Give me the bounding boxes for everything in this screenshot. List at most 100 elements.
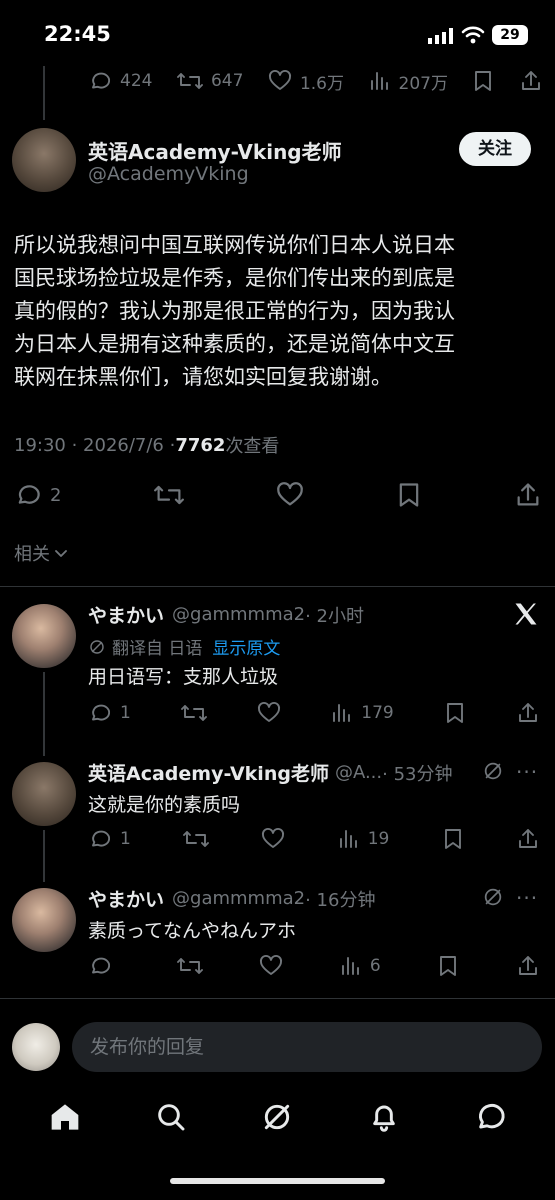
reply-actions: 1 19: [88, 826, 540, 852]
reply-avatar[interactable]: [12, 762, 76, 826]
more-options-icon[interactable]: ···: [516, 886, 538, 910]
reply-views-button[interactable]: 179: [331, 701, 394, 725]
reply-author-name[interactable]: やまかい: [88, 885, 164, 912]
reply-retweet-button[interactable]: [183, 827, 210, 851]
reply-views-button[interactable]: 6: [340, 954, 381, 978]
status-bar: 22:45 29: [0, 0, 555, 70]
share-icon: [522, 71, 540, 90]
tweet-text-line: 为日本人是拥有这种素质的，还是说简体中文互: [14, 332, 455, 356]
reply-text: 用日语写：支那人垃圾: [88, 666, 279, 688]
reply-author-name[interactable]: 英语Academy-Vking老师: [88, 759, 329, 786]
share-icon: [519, 829, 537, 848]
main-author-handle[interactable]: @AcademyVking: [88, 163, 249, 185]
retweet-icon: [177, 73, 203, 89]
share-icon: [519, 703, 537, 722]
retweet-icon: [183, 831, 210, 847]
reply-author-name[interactable]: やまかい: [88, 601, 164, 628]
heart-icon: [262, 827, 285, 848]
prev-retweet-button[interactable]: 647: [177, 69, 243, 93]
translated-from: 翻译自 日语: [112, 639, 203, 659]
reply-share-button[interactable]: [516, 954, 540, 978]
bottom-nav: [0, 1092, 555, 1142]
grok-icon[interactable]: [261, 1101, 293, 1133]
prev-retweet-count: 647: [210, 71, 244, 91]
reply-avatar[interactable]: [12, 604, 76, 668]
grok-icon[interactable]: [482, 886, 504, 908]
my-avatar[interactable]: [12, 1023, 60, 1071]
messages-icon[interactable]: [474, 1101, 506, 1133]
follow-button[interactable]: 关注: [459, 132, 531, 166]
battery-icon: 29: [492, 25, 528, 45]
reply-bookmark-button[interactable]: [442, 827, 464, 851]
tweet-text-line: 国民球场捡垃圾是作秀，是你们传出来的到底是: [14, 266, 455, 290]
prev-bookmark-button[interactable]: [472, 69, 494, 93]
main-share-button[interactable]: [514, 481, 542, 509]
reply-bookmark-button[interactable]: [444, 701, 466, 725]
show-original-link[interactable]: 显示原文: [212, 634, 280, 659]
prev-views-count: 207万: [398, 73, 448, 94]
related-dropdown[interactable]: 相关: [14, 540, 69, 566]
retweet-icon: [181, 705, 207, 721]
prev-share-button[interactable]: [519, 69, 543, 93]
prev-tweet-actions: 424 647 1.6万 207万: [88, 66, 543, 96]
home-icon[interactable]: [49, 1101, 81, 1133]
views-icon: [341, 957, 359, 975]
views-icon: [339, 830, 357, 848]
prev-views-button[interactable]: 207万: [369, 69, 448, 94]
main-reply-count: 2: [50, 484, 62, 506]
reply-time: · 53分钟: [382, 763, 453, 785]
reply-retweet-button[interactable]: [176, 954, 203, 978]
prev-like-count: 1.6万: [299, 73, 344, 94]
reply-icon: [92, 830, 111, 847]
reply-like-button[interactable]: [259, 954, 283, 978]
prev-like-button[interactable]: 1.6万: [268, 69, 344, 94]
reply-actions: 1 179: [88, 700, 540, 726]
bookmark-icon: [440, 956, 457, 976]
tweet-text-line: 联网在抹黑你们，请您如实回复我谢谢。: [14, 365, 392, 389]
reply-author-handle[interactable]: @A...: [335, 762, 382, 783]
home-indicator: [170, 1178, 385, 1184]
reply-author-handle[interactable]: @gammmma2: [172, 888, 305, 909]
tweet-views-count: 7762: [175, 434, 226, 456]
reply-like-button[interactable]: [257, 701, 281, 725]
reply-icon: [92, 72, 111, 89]
more-options-icon[interactable]: ···: [516, 760, 538, 784]
reply-retweet-button[interactable]: [181, 701, 207, 725]
divider: [0, 998, 555, 999]
reply-reply-button[interactable]: 1: [88, 827, 131, 851]
thread-connector: [43, 830, 45, 882]
divider: [0, 586, 555, 587]
reply-like-button[interactable]: [261, 827, 285, 851]
heart-icon: [258, 701, 281, 722]
reply-icon: [92, 704, 111, 721]
main-author-name[interactable]: 英语Academy-Vking老师: [88, 136, 342, 165]
reply-reply-button[interactable]: [88, 954, 120, 978]
reply-header: やまかい @gammmma2 · 2小时: [88, 601, 364, 628]
grok-icon[interactable]: [482, 760, 504, 782]
bookmark-icon: [446, 703, 463, 723]
tweet-text-line: 所以说我想问中国互联网传说你们日本人说日本: [14, 233, 455, 257]
wifi-icon: [461, 25, 485, 45]
reply-views-count: 6: [369, 956, 381, 976]
reply-bookmark-button[interactable]: [437, 954, 459, 978]
share-icon: [517, 483, 539, 506]
main-reply-button[interactable]: 2: [14, 481, 61, 509]
search-icon[interactable]: [155, 1101, 187, 1133]
main-author-avatar[interactable]: [12, 128, 76, 192]
main-like-button[interactable]: [276, 481, 304, 509]
reply-icon: [92, 957, 111, 974]
reply-share-button[interactable]: [516, 827, 540, 851]
reply-avatar[interactable]: [12, 888, 76, 952]
tweet-meta: 19:30 · 2026/7/6 · 7762 次查看: [14, 432, 279, 458]
reply-time: · 2小时: [305, 605, 364, 627]
reply-author-handle[interactable]: @gammmma2: [172, 604, 305, 625]
main-bookmark-button[interactable]: [396, 481, 422, 509]
reply-share-button[interactable]: [516, 701, 540, 725]
notifications-icon[interactable]: [368, 1101, 400, 1133]
reply-composer-input[interactable]: 发布你的回复: [72, 1022, 542, 1072]
reply-reply-button[interactable]: 1: [88, 701, 131, 725]
main-tweet-text: 所以说我想问中国互联网传说你们日本人说日本 国民球场捡垃圾是作秀，是你们传出来的…: [14, 229, 544, 394]
main-retweet-button[interactable]: [153, 481, 184, 509]
reply-views-button[interactable]: 19: [338, 827, 389, 851]
prev-reply-button[interactable]: 424: [88, 69, 152, 93]
